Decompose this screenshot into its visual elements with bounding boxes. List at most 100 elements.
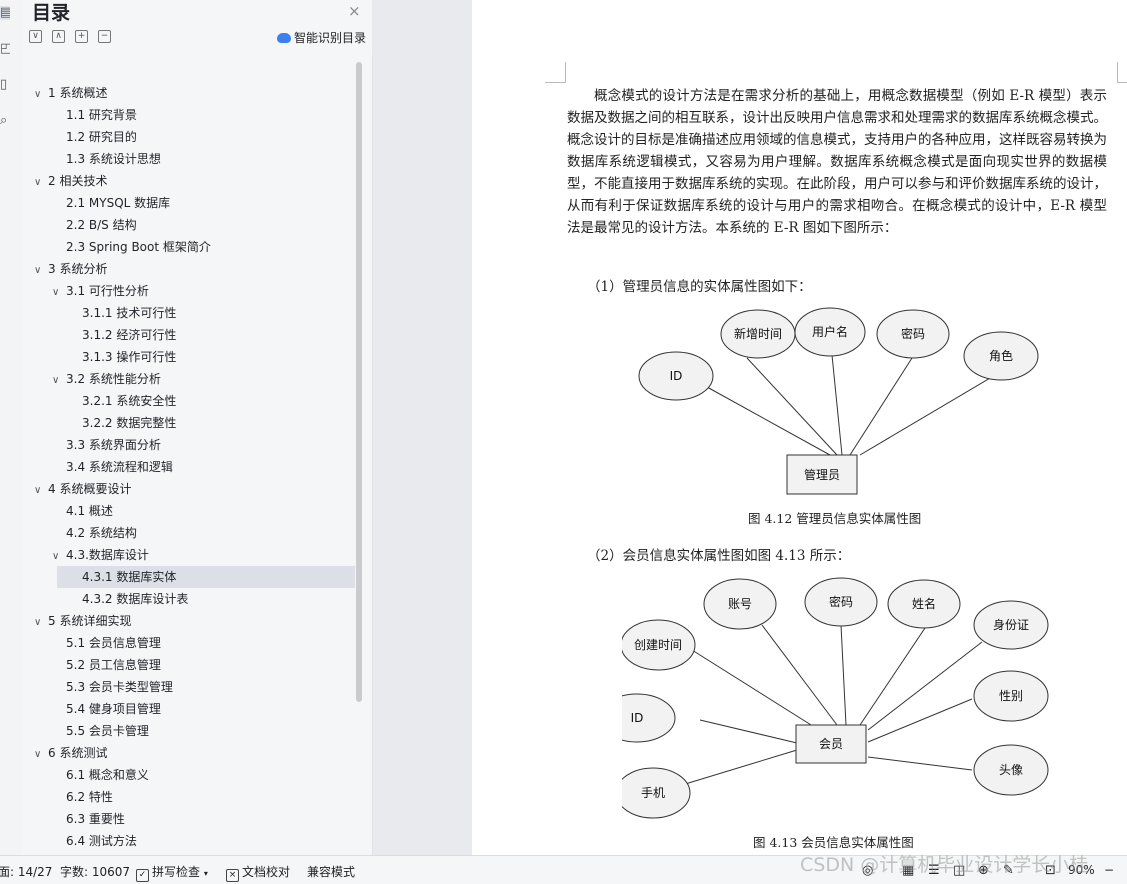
toc-item[interactable]: ∨ 6 系统测试: [22, 742, 355, 764]
toc-item-label: 6.2 特性: [66, 790, 113, 804]
proofread-button[interactable]: × 文档校对: [226, 863, 290, 882]
toc-item[interactable]: 3.1.3 操作可行性: [22, 346, 355, 368]
toc-scrollbar[interactable]: [356, 62, 362, 702]
toc-title: 目录: [32, 2, 71, 24]
toc-item-label: 6 系统测试: [48, 746, 108, 760]
toc-panel: 目录 × ∨ ∧ + − 智能识别目录 ∨ 1 系统概述 1.1 研究背景 1.2 研…: [22, 0, 373, 855]
toc-icon[interactable]: ▤: [0, 6, 10, 20]
toc-item[interactable]: 4.2 系统结构: [22, 522, 355, 544]
toc-item-label: 3.1.1 技术可行性: [82, 306, 177, 320]
toc-item-label: 4.1 概述: [66, 504, 113, 518]
proofread-icon: ×: [226, 869, 239, 882]
toc-item[interactable]: 5.3 会员卡类型管理: [22, 676, 355, 698]
toc-item[interactable]: ∨ 5 系统详细实现: [22, 610, 355, 632]
smart-toc-button[interactable]: 智能识别目录: [277, 29, 366, 46]
smart-cloud-icon: [277, 33, 291, 43]
toc-item[interactable]: ∨ 4.3.数据库设计: [22, 544, 355, 566]
admin-attr-username: 用户名: [794, 307, 866, 357]
word-count[interactable]: 字数: 10607: [60, 863, 130, 880]
toc-item[interactable]: 5.2 员工信息管理: [22, 654, 355, 676]
chevron-down-icon[interactable]: ∨: [52, 282, 66, 304]
page-icon[interactable]: ▯: [0, 78, 10, 92]
expand-up-icon[interactable]: ∧: [52, 30, 65, 43]
toc-item-label: 2.3 Spring Boot 框架简介: [66, 240, 211, 254]
chevron-down-icon[interactable]: ∨: [34, 612, 48, 634]
toc-item[interactable]: ∨ 2 相关技术: [22, 170, 355, 192]
spell-check-button[interactable]: ✓ 拼写检查 ▾: [136, 863, 208, 882]
toc-item[interactable]: ∨ 3.2 系统性能分析: [22, 368, 355, 390]
document-page: 概念模式的设计方法是在需求分析的基础上，用概念数据模型（例如 E-R 模型）表示…: [472, 0, 1127, 855]
toc-item-label: 5.5 会员卡管理: [66, 724, 149, 738]
zoom-out-icon[interactable]: −: [1104, 863, 1114, 877]
admin-attr-created-time: 新增时间: [720, 309, 796, 359]
toc-item[interactable]: 6.3 重要性: [22, 808, 355, 830]
member-attr-avatar: 头像: [973, 744, 1049, 796]
svg-text:创建时间: 创建时间: [634, 638, 682, 652]
toc-item[interactable]: 1.2 研究目的: [22, 126, 355, 148]
toc-item-label: 5.2 员工信息管理: [66, 658, 161, 672]
toc-item-label: 3.4 系统流程和逻辑: [66, 460, 173, 474]
page-indicator[interactable]: 页面: 14/27: [0, 863, 52, 880]
toc-item[interactable]: 3.2.2 数据完整性: [22, 412, 355, 434]
chevron-down-icon[interactable]: ∨: [52, 370, 66, 392]
toc-item-label: 3.1.2 经济可行性: [82, 328, 177, 342]
toc-item[interactable]: 3.2.1 系统安全性: [22, 390, 355, 412]
toc-item[interactable]: 5.1 会员信息管理: [22, 632, 355, 654]
chevron-down-icon[interactable]: ∨: [34, 172, 48, 194]
toc-item[interactable]: 3.4 系统流程和逻辑: [22, 456, 355, 478]
member-attr-gender: 性别: [973, 670, 1049, 722]
toc-item[interactable]: 5.5 会员卡管理: [22, 720, 355, 742]
toc-item[interactable]: 3.1.1 技术可行性: [22, 302, 355, 324]
svg-text:密码: 密码: [829, 594, 853, 609]
svg-text:身份证: 身份证: [993, 617, 1029, 632]
toc-item[interactable]: 5.4 健身项目管理: [22, 698, 355, 720]
search-icon[interactable]: ⌕: [0, 114, 10, 128]
toc-item-label: 4 系统概要设计: [48, 482, 132, 496]
member-attr-created-time: 创建时间: [622, 619, 696, 671]
toc-item[interactable]: 2.2 B/S 结构: [22, 214, 355, 236]
toc-item-label: 1.1 研究背景: [66, 108, 137, 122]
toc-item-label: 6.1 概念和意义: [66, 768, 149, 782]
chevron-down-icon[interactable]: ∨: [34, 260, 48, 282]
collapse-icon[interactable]: ∨: [29, 30, 42, 43]
minus-icon[interactable]: −: [98, 30, 111, 43]
plus-icon[interactable]: +: [75, 30, 88, 43]
toc-item-label: 2.2 B/S 结构: [66, 218, 137, 232]
toc-item[interactable]: 6.1 概念和意义: [22, 764, 355, 786]
bookmark-icon[interactable]: ◰: [0, 42, 10, 56]
toc-item[interactable]: 4.3.1 数据库实体: [57, 566, 355, 588]
toc-item[interactable]: 2.1 MYSQL 数据库: [22, 192, 355, 214]
toc-item[interactable]: ∨ 3.1 可行性分析: [22, 280, 355, 302]
toc-item-label: 3.2.1 系统安全性: [82, 394, 177, 408]
toc-item[interactable]: ∨ 3 系统分析: [22, 258, 355, 280]
toc-item[interactable]: ∨ 4 系统概要设计: [22, 478, 355, 500]
toc-item-label: 3 系统分析: [48, 262, 108, 276]
compat-mode: 兼容模式: [307, 865, 356, 879]
toc-item[interactable]: 4.3.2 数据库设计表: [22, 588, 355, 610]
toc-item[interactable]: 1.3 系统设计思想: [22, 148, 355, 170]
toc-item-label: 3.1.3 操作可行性: [82, 350, 177, 364]
toc-item[interactable]: ∨ 1 系统概述: [22, 82, 355, 104]
member-caption: 图 4.13 会员信息实体属性图: [753, 835, 914, 850]
margin-mark-right: [1117, 62, 1127, 83]
toc-item[interactable]: 4.1 概述: [22, 500, 355, 522]
body-paragraph: 概念模式的设计方法是在需求分析的基础上，用概念数据模型（例如 E-R 模型）表示…: [567, 88, 1107, 236]
toc-item[interactable]: 6.4 测试方法: [22, 830, 355, 852]
close-icon[interactable]: ×: [348, 2, 361, 20]
toc-item[interactable]: 1.1 研究背景: [22, 104, 355, 126]
toc-item-label: 3.2.2 数据完整性: [82, 416, 177, 430]
toc-item[interactable]: 3.1.2 经济可行性: [22, 324, 355, 346]
toc-item-label: 4.2 系统结构: [66, 526, 137, 540]
chevron-down-icon[interactable]: ∨: [34, 480, 48, 502]
toc-item-label: 6.3 重要性: [66, 812, 125, 826]
toc-item[interactable]: 3.3 系统界面分析: [22, 434, 355, 456]
member-intro: （2）会员信息实体属性图如图 4.13 所示：: [587, 548, 851, 564]
toc-item[interactable]: 6.2 特性: [22, 786, 355, 808]
svg-text:密码: 密码: [901, 326, 925, 341]
chevron-down-icon[interactable]: ∨: [34, 84, 48, 106]
svg-text:姓名: 姓名: [912, 596, 936, 611]
chevron-down-icon[interactable]: ∨: [52, 546, 66, 568]
spell-check-label: 拼写检查: [152, 865, 201, 879]
chevron-down-icon[interactable]: ∨: [34, 744, 48, 766]
toc-item[interactable]: 2.3 Spring Boot 框架简介: [22, 236, 355, 258]
